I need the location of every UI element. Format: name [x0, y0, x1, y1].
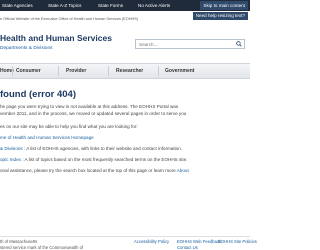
topic-index-description: : A list of topics based on the most fre… — [20, 157, 188, 162]
active-alerts-link[interactable]: No Active Alerts — [138, 0, 170, 11]
nav-divider — [58, 66, 59, 76]
tab-researcher[interactable]: Researcher — [116, 64, 143, 78]
nav-divider — [158, 66, 159, 76]
tab-provider[interactable]: Provider — [66, 64, 86, 78]
topic-index-line: opic Index : A list of topics based on t… — [0, 157, 187, 162]
web-feedback-link[interactable]: EOHHS Web Feedback — [177, 239, 221, 244]
agency-title[interactable]: Health and Human Services — [0, 33, 112, 43]
nav-divider — [108, 66, 109, 76]
about-link[interactable]: About — [177, 168, 189, 173]
intro-line-1: he page you were trying to view is not a… — [0, 104, 179, 109]
nav-divider — [12, 66, 13, 76]
departments-link[interactable]: Departments & Divisions — [0, 46, 53, 51]
assistance-text: onal assistance, please try the search b… — [0, 168, 177, 173]
accessibility-policy-link[interactable]: Accessibility Policy — [134, 239, 169, 244]
assistance-line: onal assistance, please try the search b… — [0, 168, 189, 173]
footer-copyright: th of Massachusetts — [0, 239, 38, 244]
footer-divider — [0, 236, 250, 237]
intro-line-2: vember 2011, and in the process, we move… — [0, 111, 187, 116]
footer-trademark: stered service mark of the Commonwealth … — [0, 245, 84, 250]
site-policies-link[interactable]: EOHHS Site Policies — [218, 239, 257, 244]
official-site-banner: e Official Website of the Executive Offi… — [0, 17, 139, 21]
state-agencies-link[interactable]: State Agencies — [2, 0, 33, 11]
search-input[interactable] — [139, 40, 224, 48]
help-intro: es on our site may be able to help you f… — [0, 124, 138, 129]
topic-index-link[interactable]: opic Index — [0, 157, 21, 162]
main-nav: Home Consumer Provider Researcher Govern… — [0, 63, 250, 79]
search-box — [135, 39, 245, 49]
divisions-link[interactable]: & Divisions — [0, 146, 23, 151]
divisions-line: & Divisions : A list of EOHHS agencies, … — [0, 146, 182, 151]
contact-us-link[interactable]: Contact Us — [177, 245, 198, 250]
divisions-description: : A list of EOHHS agencies, with links t… — [22, 146, 183, 151]
homepage-link[interactable]: me of Health and Human Services Homepage — [0, 135, 94, 140]
search-icon[interactable] — [236, 41, 242, 47]
state-forms-link[interactable]: State Forms — [98, 0, 123, 11]
tab-government[interactable]: Government — [165, 64, 194, 78]
top-utility-bar: State Agencies State A-Z Topics State Fo… — [0, 0, 250, 11]
state-az-topics-link[interactable]: State A-Z Topics — [48, 0, 81, 11]
resize-help-button[interactable]: Need help resizing text? — [192, 12, 248, 20]
tab-consumer[interactable]: Consumer — [16, 64, 41, 78]
page-title: found (error 404) — [0, 89, 77, 100]
skip-to-main-button[interactable]: Skip to main content — [200, 1, 248, 10]
